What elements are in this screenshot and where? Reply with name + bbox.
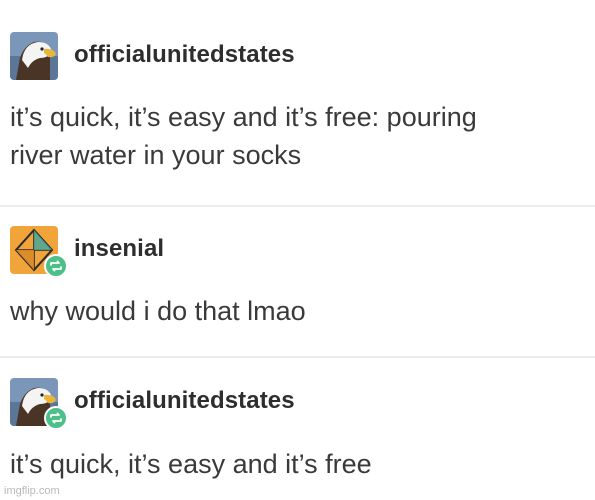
watermark: imgflip.com (4, 485, 60, 497)
username[interactable]: insenial (74, 235, 164, 263)
post-divider (0, 205, 595, 207)
avatar-officialunitedstates[interactable] (10, 32, 58, 80)
reblog-icon (44, 406, 68, 430)
post-text-line: it’s quick, it’s easy and it’s free: pou… (10, 102, 477, 132)
username[interactable]: officialunitedstates (74, 387, 295, 415)
avatar-officialunitedstates[interactable] (10, 378, 68, 430)
username[interactable]: officialunitedstates (74, 41, 295, 69)
eagle-icon (10, 32, 58, 80)
post-text-line: it’s quick, it’s easy and it’s free (10, 449, 372, 479)
post-text-line: river water in your socks (10, 140, 302, 170)
reblog-icon (44, 254, 68, 278)
avatar-insenial[interactable] (10, 226, 68, 278)
post-divider (0, 356, 595, 358)
post-text-line: why would i do that lmao (10, 296, 306, 326)
